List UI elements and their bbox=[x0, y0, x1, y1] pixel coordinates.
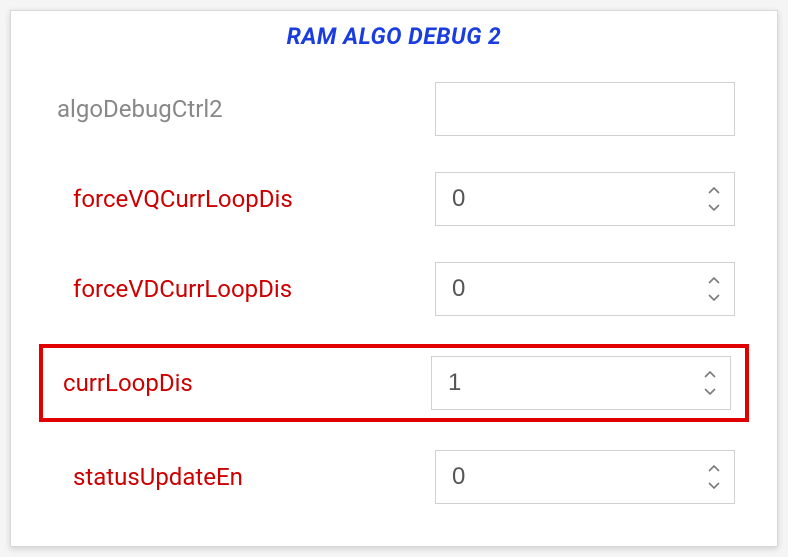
field-row-forceVQCurrLoopDis: forceVQCurrLoopDis bbox=[39, 154, 749, 244]
field-label-forceVDCurrLoopDis: forceVDCurrLoopDis bbox=[53, 275, 292, 303]
chevron-down-icon bbox=[703, 386, 717, 396]
chevron-up-icon bbox=[703, 370, 717, 380]
step-up-button[interactable] bbox=[701, 274, 727, 288]
input-wrap-algoDebugCtrl2 bbox=[435, 82, 735, 136]
field-label-currLoopDis: currLoopDis bbox=[57, 369, 193, 397]
input-statusUpdateEn[interactable] bbox=[435, 450, 735, 504]
field-row-statusUpdateEn: statusUpdateEn bbox=[39, 432, 749, 522]
chevron-down-icon bbox=[707, 480, 721, 490]
field-label-forceVQCurrLoopDis: forceVQCurrLoopDis bbox=[53, 185, 293, 213]
field-label-algoDebugCtrl2: algoDebugCtrl2 bbox=[53, 95, 223, 123]
debug-panel: RAM ALGO DEBUG 2 algoDebugCtrl2 forceVQC… bbox=[10, 10, 778, 547]
step-down-button[interactable] bbox=[701, 200, 727, 214]
chevron-up-icon bbox=[707, 276, 721, 286]
panel-title: RAM ALGO DEBUG 2 bbox=[39, 23, 749, 50]
input-wrap-forceVQCurrLoopDis bbox=[435, 172, 735, 226]
field-row-forceVDCurrLoopDis: forceVDCurrLoopDis bbox=[39, 244, 749, 334]
input-currLoopDis[interactable] bbox=[431, 356, 731, 410]
step-up-button[interactable] bbox=[701, 184, 727, 198]
input-wrap-currLoopDis bbox=[431, 356, 731, 410]
field-row-currLoopDis: currLoopDis bbox=[39, 334, 749, 432]
chevron-down-icon bbox=[707, 292, 721, 302]
field-row-algoDebugCtrl2: algoDebugCtrl2 bbox=[39, 64, 749, 154]
step-up-button[interactable] bbox=[697, 368, 723, 382]
input-forceVQCurrLoopDis[interactable] bbox=[435, 172, 735, 226]
chevron-down-icon bbox=[707, 202, 721, 212]
chevron-up-icon bbox=[707, 186, 721, 196]
input-wrap-forceVDCurrLoopDis bbox=[435, 262, 735, 316]
spinner-forceVDCurrLoopDis bbox=[701, 262, 727, 316]
spinner-forceVQCurrLoopDis bbox=[701, 172, 727, 226]
step-down-button[interactable] bbox=[697, 384, 723, 398]
step-up-button[interactable] bbox=[701, 462, 727, 476]
spinner-currLoopDis bbox=[697, 356, 723, 410]
step-down-button[interactable] bbox=[701, 478, 727, 492]
input-forceVDCurrLoopDis[interactable] bbox=[435, 262, 735, 316]
input-algoDebugCtrl2[interactable] bbox=[435, 82, 735, 136]
field-label-statusUpdateEn: statusUpdateEn bbox=[53, 463, 243, 491]
input-wrap-statusUpdateEn bbox=[435, 450, 735, 504]
highlight-currLoopDis: currLoopDis bbox=[39, 344, 749, 422]
chevron-up-icon bbox=[707, 464, 721, 474]
step-down-button[interactable] bbox=[701, 290, 727, 304]
spinner-statusUpdateEn bbox=[701, 450, 727, 504]
